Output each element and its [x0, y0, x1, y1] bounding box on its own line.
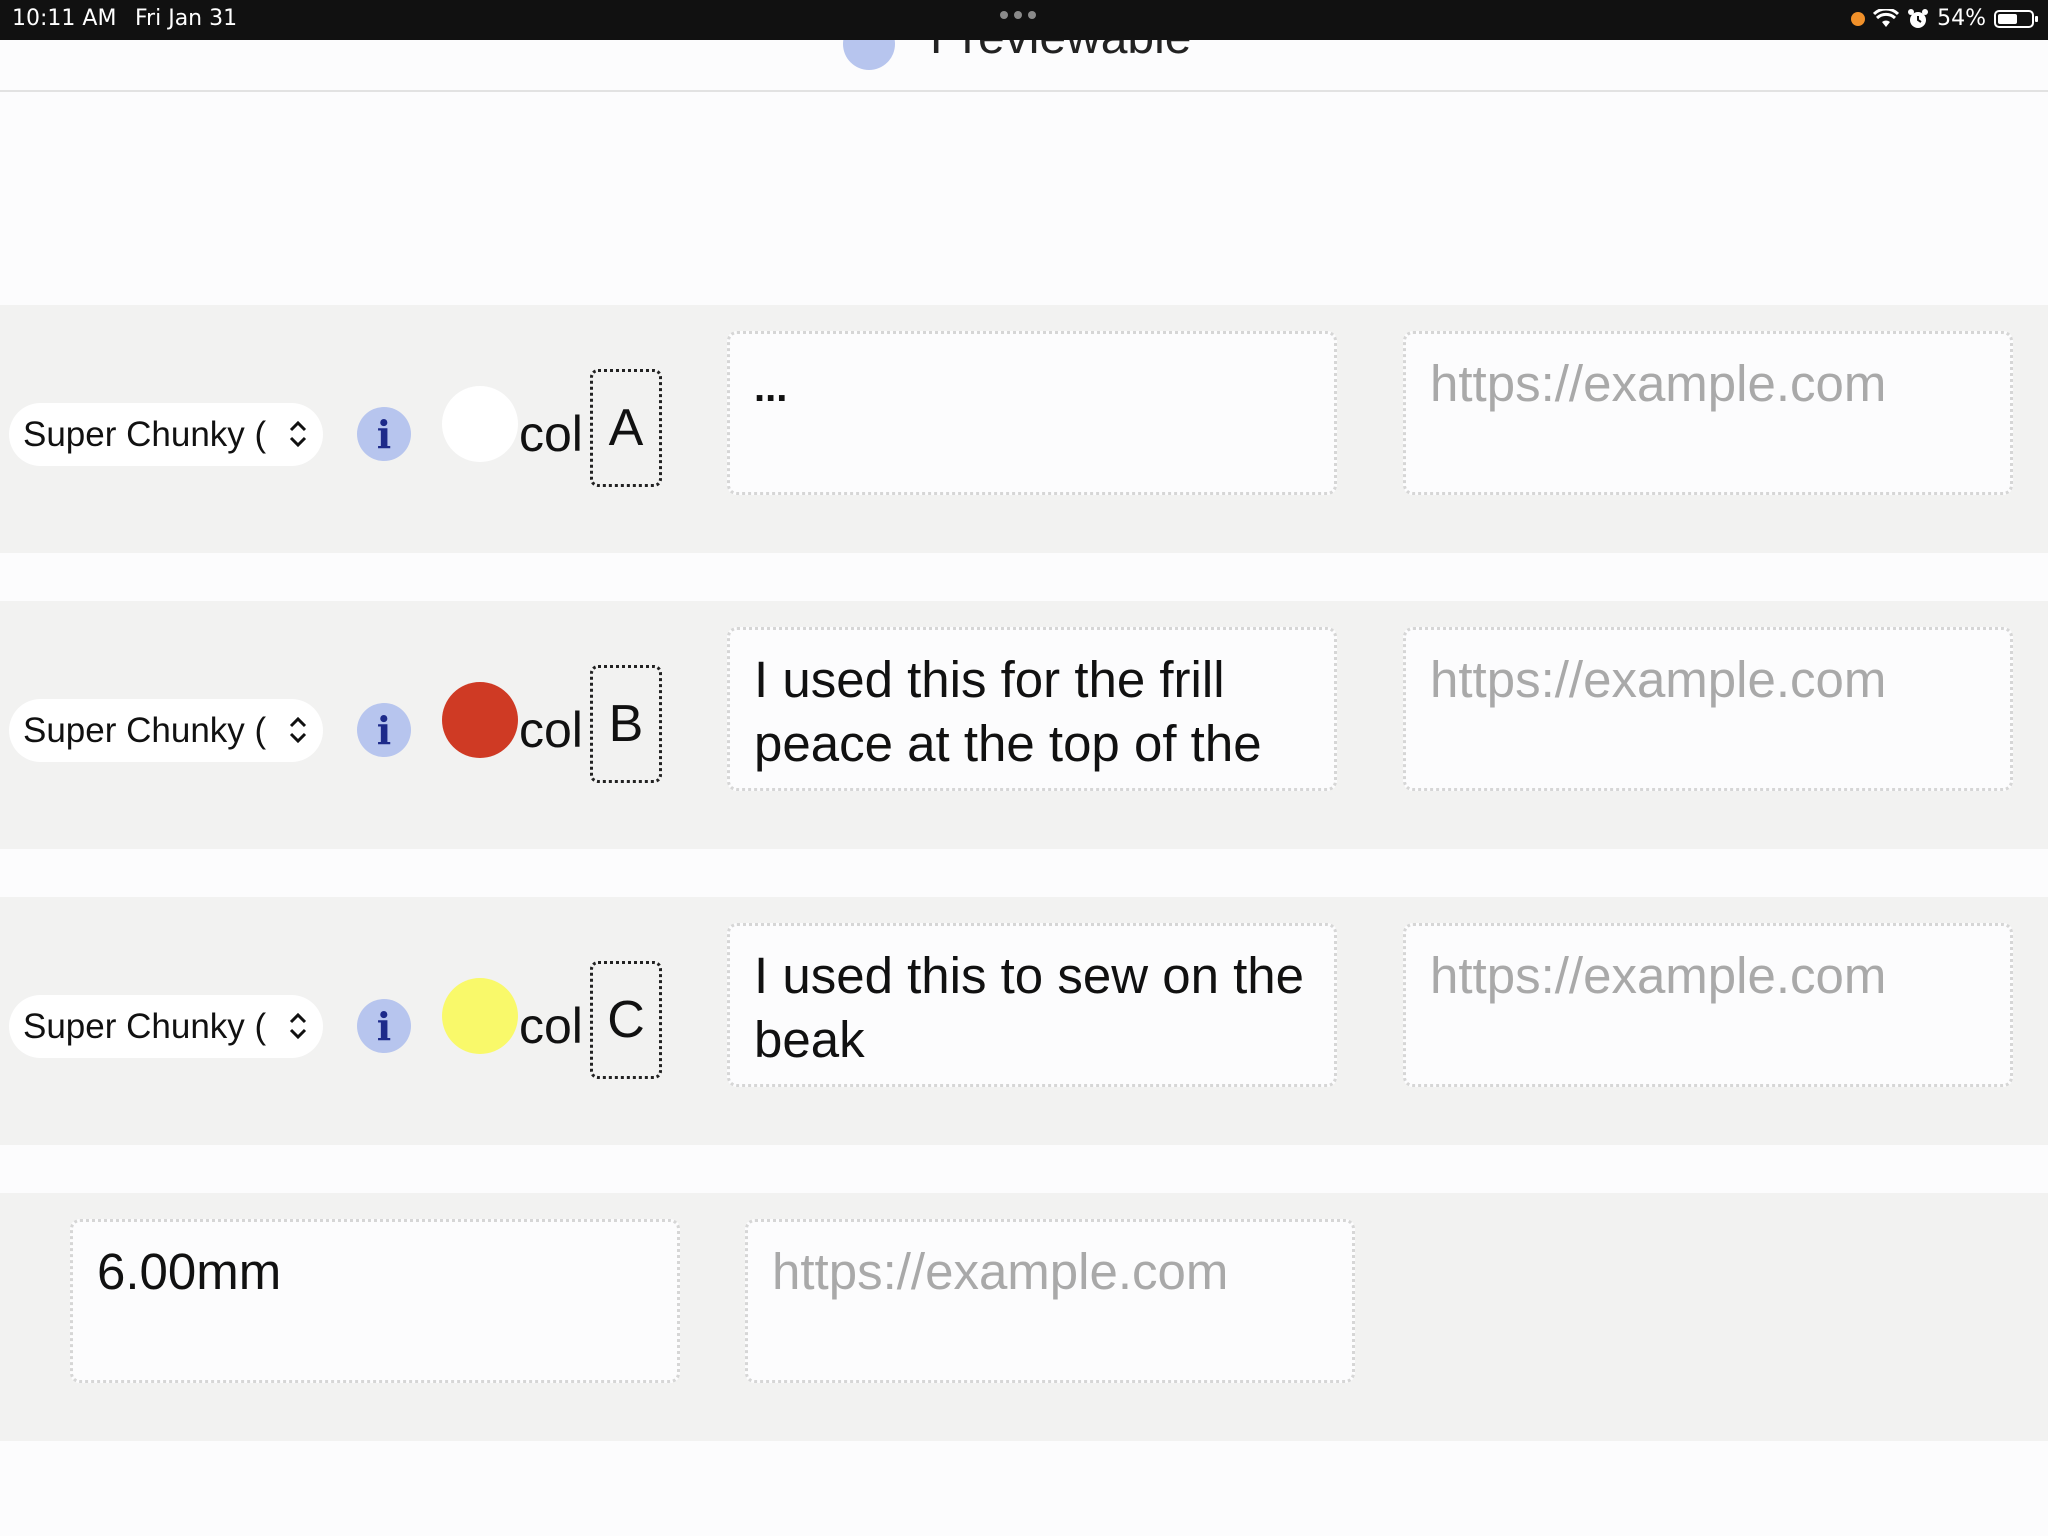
note-field[interactable]: I used this to sew on the beak	[727, 923, 1337, 1087]
battery-percent: 54%	[1937, 6, 1986, 31]
status-time: 10:11 AM	[12, 6, 117, 31]
alarm-icon	[1908, 8, 1929, 28]
hook-url-field[interactable]: https://example.com	[745, 1219, 1355, 1383]
yarn-select[interactable]: Super Chunky (	[9, 403, 323, 466]
note-field[interactable]: I used this for the frill peace at the t…	[727, 627, 1337, 791]
yarn-select[interactable]: Super Chunky (	[9, 995, 323, 1058]
info-button[interactable]: i	[357, 999, 411, 1053]
status-bar: 10:11 AM Fri Jan 31 54%	[0, 0, 2048, 40]
col-letter-field[interactable]: A	[590, 369, 662, 487]
col-letter-field[interactable]: C	[590, 961, 662, 1079]
note-field[interactable]: ...	[727, 331, 1337, 495]
yarn-select-label: Super Chunky (	[23, 1006, 267, 1046]
battery-fill	[1998, 13, 2018, 24]
url-field[interactable]: https://example.com	[1403, 923, 2013, 1087]
status-right: 54%	[1851, 6, 2038, 31]
col-label: col	[519, 702, 583, 758]
info-button[interactable]: i	[357, 407, 411, 461]
status-date: Fri Jan 31	[135, 6, 238, 31]
info-button[interactable]: i	[357, 703, 411, 757]
col-label: col	[519, 998, 583, 1054]
list-header: Previewable	[0, 40, 2048, 92]
mic-indicator-icon	[1851, 11, 1866, 26]
header-title: Previewable	[930, 40, 1191, 65]
col-label: col	[519, 406, 583, 462]
color-swatch[interactable]	[442, 682, 518, 758]
chevron-up-down-icon	[289, 1012, 307, 1040]
yarn-row-c: Super Chunky ( i col C I used this to se…	[0, 897, 2048, 1145]
col-letter-field[interactable]: B	[590, 665, 662, 783]
hook-row: 6.00mm https://example.com	[0, 1193, 2048, 1441]
wifi-icon	[1873, 8, 1900, 27]
url-field[interactable]: https://example.com	[1403, 331, 2013, 495]
battery-icon	[1994, 9, 2038, 28]
chevron-up-down-icon	[289, 716, 307, 744]
multitasking-dots-icon[interactable]	[1000, 11, 1036, 19]
color-swatch[interactable]	[442, 978, 518, 1054]
note-text: ...	[754, 366, 788, 410]
url-field[interactable]: https://example.com	[1403, 627, 2013, 791]
yarn-select[interactable]: Super Chunky (	[9, 699, 323, 762]
yarn-row-b: Super Chunky ( i col B I used this for t…	[0, 601, 2048, 849]
yarn-row-a: Super Chunky ( i col A ... https://examp…	[0, 305, 2048, 553]
header-info-icon	[843, 40, 895, 70]
yarn-select-label: Super Chunky (	[23, 414, 267, 454]
color-swatch[interactable]	[442, 386, 518, 462]
chevron-up-down-icon	[289, 420, 307, 448]
yarn-select-label: Super Chunky (	[23, 710, 267, 750]
hook-size-field[interactable]: 6.00mm	[70, 1219, 680, 1383]
